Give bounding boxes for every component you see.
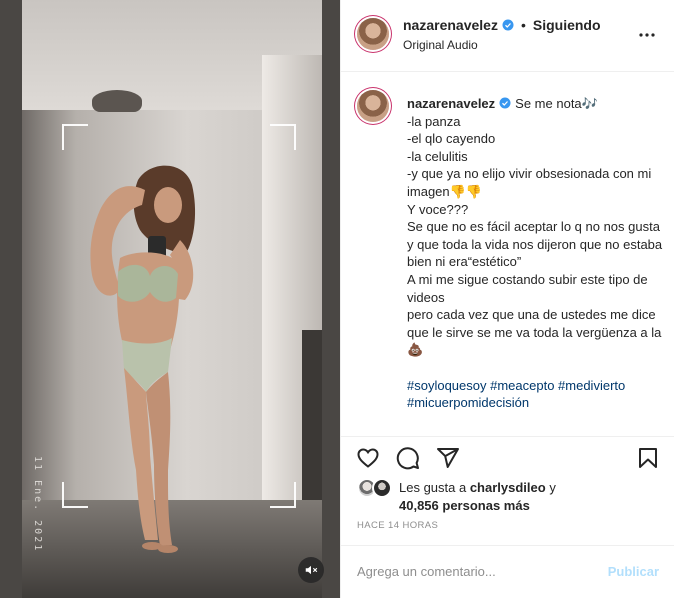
post-header: nazarenavelez • Siguiendo Original Audio — [341, 0, 674, 72]
following-button[interactable]: Siguiendo — [533, 17, 601, 33]
viewfinder-corner-top-right — [270, 124, 296, 150]
likes-others-link[interactable]: 40,856 personas más — [399, 498, 530, 513]
comment-button[interactable] — [395, 445, 421, 471]
video-date-stamp: 11 Ene. 2021 — [32, 456, 43, 553]
verified-badge-icon — [499, 97, 511, 109]
caption-username-link[interactable]: nazarenavelez — [407, 96, 495, 111]
more-options-icon — [639, 33, 655, 37]
liker-username-link[interactable]: charlysdileo — [470, 480, 546, 495]
viewfinder-corner-bottom-right — [270, 482, 296, 508]
like-button[interactable] — [355, 445, 381, 471]
comment-bubble-icon — [396, 447, 419, 470]
viewfinder-corner-bottom-left — [62, 482, 88, 508]
caption-hashtags[interactable]: #soyloquesoy #meacepto #medivierto #micu… — [407, 378, 625, 411]
comment-input[interactable] — [357, 564, 587, 579]
caption-avatar[interactable] — [357, 90, 389, 122]
video-person-figure — [90, 165, 196, 553]
verified-badge-icon — [502, 19, 514, 31]
paper-plane-icon — [437, 448, 459, 468]
post-timestamp[interactable]: HACE 14 HORAS — [357, 520, 438, 531]
caption-text: nazarenavelez Se me nota🎶 -la panza -el q… — [407, 95, 667, 412]
liker-avatars[interactable] — [357, 478, 397, 500]
likes-count[interactable]: Les gusta a charlysdileo y 40,856 person… — [399, 479, 669, 515]
instagram-post: 11 Ene. 2021 nazarenavelez • Siguiendo O… — [0, 0, 674, 598]
original-audio-link[interactable]: Original Audio — [403, 38, 478, 52]
caption-body: Se me nota🎶 -la panza -el qlo cayendo -l… — [407, 96, 663, 358]
header-user-row: nazarenavelez • Siguiendo — [403, 17, 601, 33]
likes-middle: y — [545, 480, 556, 495]
likes-prefix: Les gusta a — [399, 480, 470, 495]
heart-icon — [357, 448, 379, 468]
post-side-panel: nazarenavelez • Siguiendo Original Audio… — [340, 0, 674, 598]
avatar[interactable] — [357, 18, 389, 50]
more-options-button[interactable] — [638, 26, 656, 41]
caption-section: nazarenavelez Se me nota🎶 -la panza -el q… — [341, 73, 674, 435]
publish-button[interactable]: Publicar — [608, 564, 659, 579]
avatar[interactable] — [372, 478, 392, 498]
mute-button[interactable] — [298, 557, 324, 583]
action-bar — [341, 436, 674, 476]
post-video[interactable]: 11 Ene. 2021 — [0, 0, 340, 598]
header-separator: • — [520, 17, 526, 33]
save-button[interactable] — [635, 445, 661, 471]
bookmark-icon — [639, 448, 657, 468]
header-username-link[interactable]: nazarenavelez — [403, 17, 498, 33]
share-button[interactable] — [435, 445, 461, 471]
viewfinder-corner-top-left — [62, 124, 88, 150]
muted-speaker-icon — [305, 565, 318, 575]
comment-bar: Publicar — [341, 545, 674, 598]
